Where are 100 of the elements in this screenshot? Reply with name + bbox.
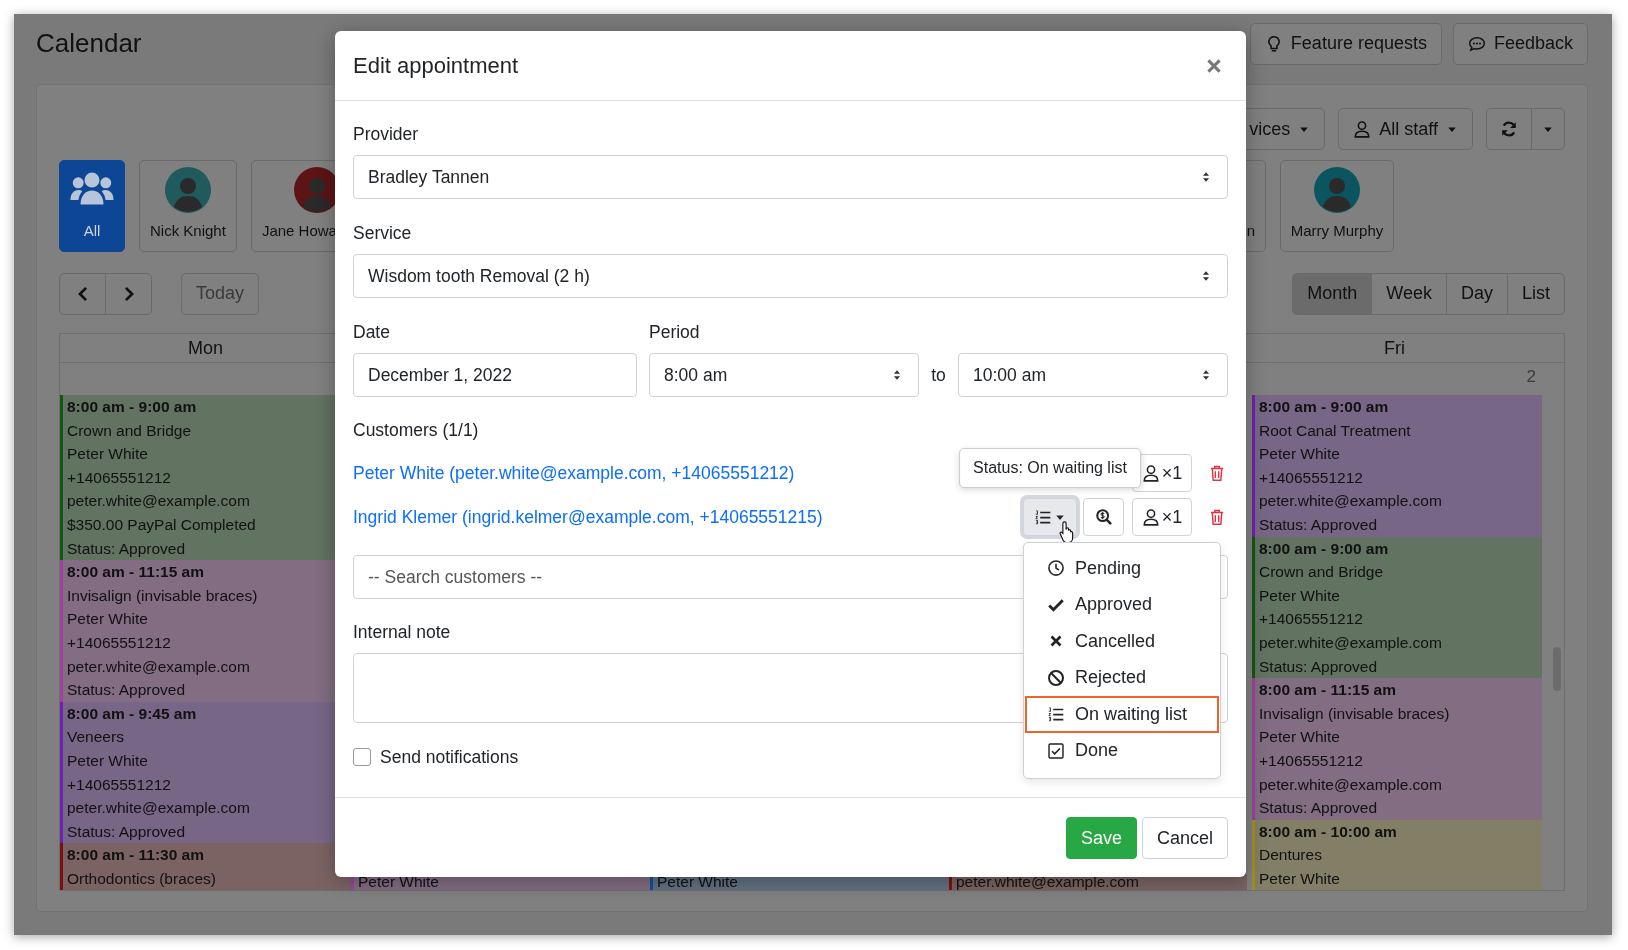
event-text: +14065551212 (67, 774, 172, 795)
view-tab[interactable]: Day (1445, 272, 1508, 315)
event-text: peter.white@example.com (67, 798, 251, 819)
field-label: Customers (1/1) (353, 419, 479, 442)
event-text: $350.00 PayPal Completed (67, 514, 257, 535)
checkbox[interactable] (353, 748, 371, 766)
event-time: 8:00 am - 11:15 am (67, 562, 205, 583)
event-text: peter.white@example.com (956, 874, 1140, 890)
event-text: Peter White (1259, 444, 1341, 465)
menu-item[interactable]: Cancelled (1025, 623, 1219, 660)
event-text: Peter White (1259, 585, 1341, 606)
day-header: Fri (1384, 338, 1405, 358)
attendees-button[interactable]: ×1 (1132, 498, 1192, 536)
date-field[interactable]: December 1, 2022 (353, 353, 637, 397)
event-text: Invisalign (invisable braces) (67, 585, 259, 606)
staff-name: Marry Murphy (1290, 222, 1384, 239)
numbered-list-icon (1034, 508, 1052, 526)
calendar-event[interactable]: 8:00 am - 11:30 am Orthodontics (braces) (60, 843, 351, 890)
staff-name: Nick Knight (150, 222, 226, 239)
event-text: peter.white@example.com (1259, 491, 1443, 512)
menu-item[interactable]: Rejected (1025, 659, 1219, 696)
field-label: Internal note (353, 621, 451, 644)
numbered-list-icon (1047, 705, 1065, 724)
event-text: Peter White (657, 874, 739, 890)
search-icon (1094, 508, 1113, 526)
event-time: 8:00 am - 9:00 am (1259, 397, 1390, 417)
customer-link[interactable]: Ingrid Klemer (ingrid.kelmer@example.com, +14065551215) (353, 506, 823, 528)
event-text: peter.white@example.com (67, 656, 251, 677)
staff-card[interactable]: Nick Knight (139, 160, 237, 252)
view-tab[interactable]: List (1507, 272, 1565, 315)
menu-item[interactable]: Done (1025, 732, 1219, 769)
view-tab[interactable]: Week (1371, 272, 1447, 315)
event-text: peter.white@example.com (1259, 632, 1443, 653)
start-time-select[interactable]: 8:00 am (649, 353, 919, 397)
event-text: peter.white@example.com (1259, 774, 1443, 795)
event-text: +14065551212 (1259, 467, 1364, 488)
trash-icon (1208, 464, 1226, 482)
calendar-event[interactable]: 8:00 am - 9:00 am Root Canal Treatment Peter White +14065551212 peter.white@example.com Status: Approved (1252, 395, 1542, 537)
event-text: Peter White (1259, 727, 1341, 748)
event-text: Status: Approved (1259, 514, 1379, 535)
chevron-right-icon[interactable] (123, 285, 134, 302)
refresh-button[interactable] (1486, 108, 1532, 150)
event-time: 8:00 am - 9:45 am (67, 703, 198, 724)
event-text: Status: Approved (67, 680, 187, 701)
event-text: Crown and Bridge (67, 420, 193, 441)
event-text: Peter White (67, 609, 149, 630)
event-text: Dentures (1259, 845, 1323, 866)
chat-icon (1467, 34, 1486, 53)
today-button[interactable]: Today (181, 272, 260, 315)
checked-square-icon (1047, 741, 1065, 760)
payment-button[interactable] (1083, 498, 1124, 536)
event-text: Crown and Bridge (1259, 562, 1385, 583)
staff-card[interactable]: All (59, 160, 125, 252)
event-text: Status: Approved (67, 538, 187, 559)
provider-select[interactable]: Bradley Tannen (353, 155, 1228, 199)
end-time-select[interactable]: 10:00 am (958, 353, 1228, 397)
calendar-event[interactable]: 8:00 am - 11:15 am Invisalign (invisable braces) Peter White +14065551212 peter.white@example.com Status: Approved (1252, 678, 1542, 820)
calendar-event[interactable]: 8:00 am - 9:00 am Crown and Bridge Peter White +14065551212 peter.white@example.com Status: Approved (1252, 536, 1542, 679)
event-time: 8:00 am - 11:30 am (67, 845, 205, 866)
event-text: +14065551212 (1259, 609, 1364, 630)
calendar-event[interactable]: 8:00 am - 10:00 am Dentures Peter White (1252, 819, 1542, 890)
event-text: Peter White (67, 444, 149, 465)
event-text: +14065551212 (67, 632, 172, 653)
clock-icon (1047, 559, 1065, 578)
event-text: Root Canal Treatment (1259, 420, 1412, 441)
event-text: +14065551212 (67, 467, 172, 488)
ban-icon (1047, 668, 1065, 687)
event-text: Invisalign (invisable braces) (1259, 703, 1451, 724)
user-icon (1353, 120, 1372, 138)
event-text: Peter White (358, 874, 440, 890)
tooltip: Status: On waiting list (959, 448, 1141, 488)
checkbox-label: Send notifications (380, 746, 519, 768)
staff-name: All (83, 222, 101, 239)
event-text: Peter White (1259, 868, 1341, 889)
event-text: +14065551212 (1259, 750, 1364, 771)
event-time: 8:00 am - 10:00 am (1259, 821, 1398, 842)
user-icon (1141, 464, 1160, 482)
field-label: Date (353, 321, 390, 344)
status-button[interactable] (1023, 498, 1077, 536)
service-select[interactable]: Wisdom tooth Removal (2 h) (353, 254, 1228, 298)
page-title: Calendar (36, 28, 142, 59)
save-button[interactable]: Save (1065, 817, 1137, 859)
refresh-icon (1500, 120, 1518, 138)
chevron-left-icon[interactable] (77, 285, 88, 302)
event-text: Peter White (67, 750, 149, 771)
view-tab[interactable]: Month (1292, 272, 1373, 315)
event-text: Veneers (67, 727, 125, 748)
feedback-button[interactable]: Feedback (1452, 22, 1588, 65)
event-time: 8:00 am - 9:00 am (67, 397, 198, 417)
staff-card[interactable]: Marry Murphy (1280, 160, 1394, 252)
menu-item[interactable]: On waiting list (1025, 696, 1219, 733)
event-text: peter.white@example.com (67, 491, 251, 512)
staff-dropdown[interactable]: All staff (1338, 108, 1473, 150)
feature-requests-button[interactable]: Feature requests (1249, 22, 1442, 65)
cancel-button[interactable]: Cancel (1141, 817, 1228, 859)
field-label: Period (649, 321, 700, 344)
event-text: Status: Approved (67, 821, 187, 842)
user-icon (1141, 508, 1160, 526)
day-number: 2 (1526, 367, 1536, 386)
customer-link[interactable]: Peter White (peter.white@example.com, +14065551212) (353, 462, 795, 484)
